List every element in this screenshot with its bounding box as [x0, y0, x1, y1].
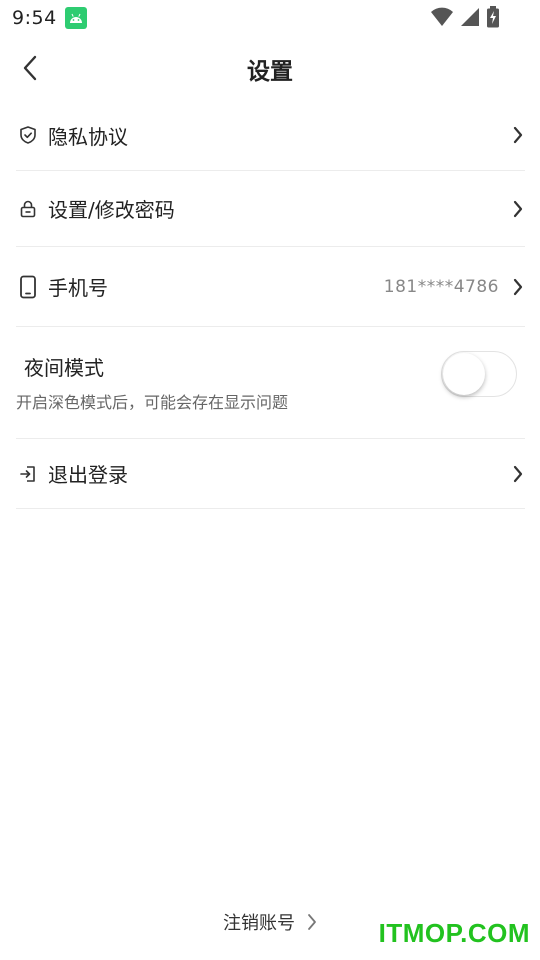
night-mode-label: 夜间模式 — [24, 356, 104, 380]
chevron-right-icon — [511, 464, 525, 484]
battery-icon — [486, 6, 500, 32]
shield-icon — [16, 123, 40, 147]
watermark: ITMOP.COM — [378, 918, 530, 948]
night-mode-row: 夜间模式 开启深色模式后，可能会存在显示问题 — [16, 327, 525, 439]
chevron-right-icon — [511, 125, 525, 145]
phone-icon — [16, 275, 40, 299]
android-icon — [64, 7, 87, 29]
chevron-right-icon — [511, 199, 525, 219]
phone-label: 手机号 — [48, 276, 108, 300]
password-row[interactable]: 设置/修改密码 — [16, 171, 525, 247]
cancel-account-label: 注销账号 — [223, 913, 295, 934]
password-label: 设置/修改密码 — [48, 198, 175, 222]
settings-list: 隐私协议 设置/修改密码 手机号 181****4786 夜间模式 开启深色模式… — [16, 100, 525, 509]
phone-number-value: 181****4786 — [383, 276, 499, 297]
status-bar: 9:54 — [0, 0, 540, 36]
chevron-right-icon — [307, 913, 317, 931]
phone-row[interactable]: 手机号 181****4786 — [16, 247, 525, 327]
header: 设置 — [0, 42, 540, 96]
night-mode-description: 开启深色模式后，可能会存在显示问题 — [16, 393, 289, 412]
lock-icon — [16, 197, 40, 221]
privacy-policy-row[interactable]: 隐私协议 — [16, 100, 525, 171]
privacy-policy-label: 隐私协议 — [48, 124, 128, 149]
toggle-knob — [443, 353, 485, 395]
back-button[interactable] — [14, 54, 46, 86]
wifi-icon — [430, 7, 454, 31]
signal-icon — [460, 7, 480, 31]
night-mode-toggle[interactable] — [441, 351, 517, 397]
chevron-right-icon — [511, 277, 525, 297]
chevron-left-icon — [22, 55, 38, 85]
status-time: 9:54 — [12, 7, 57, 29]
logout-row[interactable]: 退出登录 — [16, 439, 525, 509]
page-title: 设置 — [247, 59, 293, 85]
logout-icon — [16, 462, 40, 486]
night-mode-texts: 夜间模式 开启深色模式后，可能会存在显示问题 — [16, 327, 288, 438]
settings-screen: 9:54 设置 隐私协议 设置/修改密码 手机号 181****4786 夜间模… — [0, 0, 540, 960]
logout-label: 退出登录 — [48, 463, 128, 487]
status-icons — [430, 6, 500, 32]
